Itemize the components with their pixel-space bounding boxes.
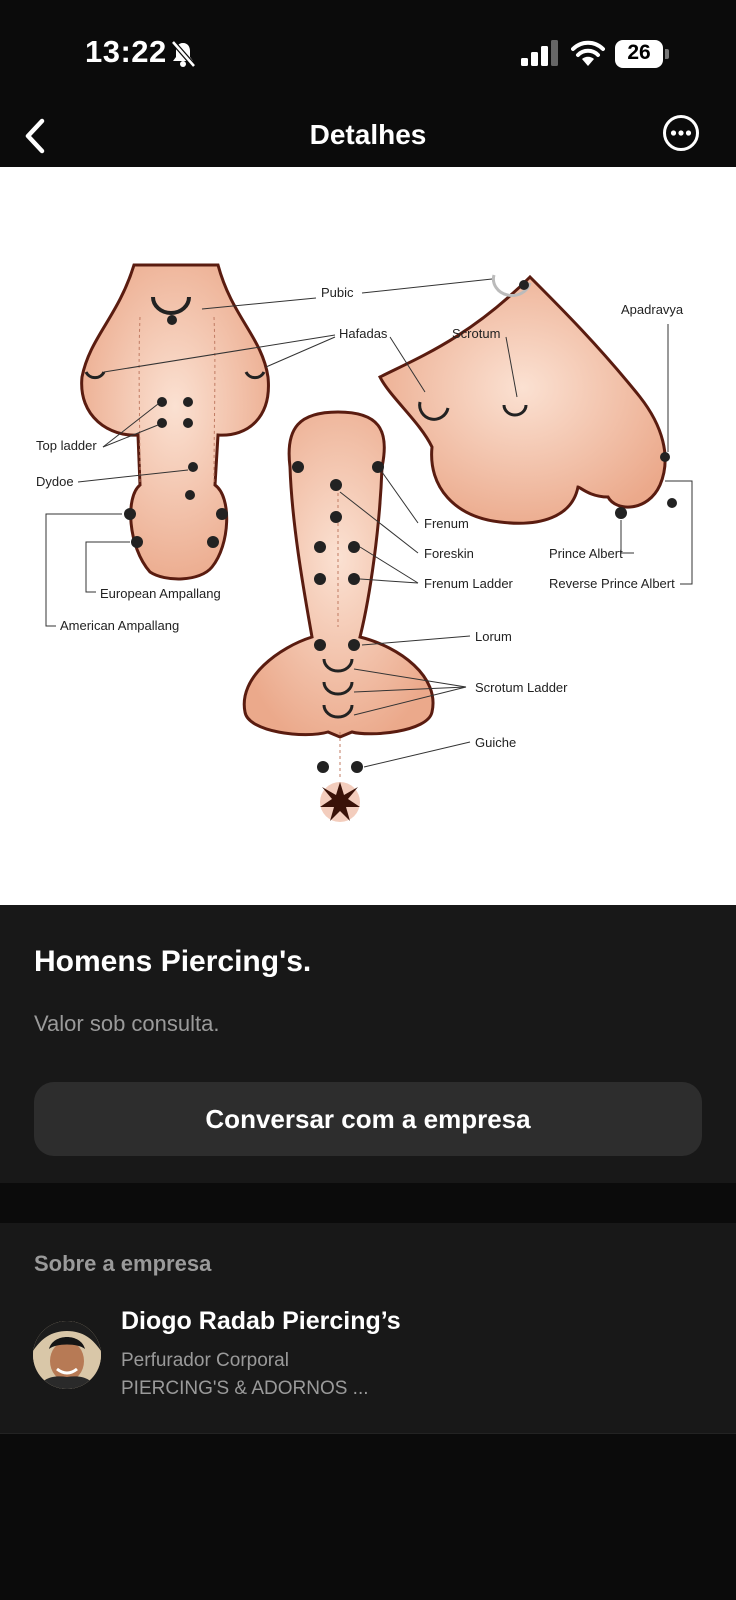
label-american-ampallang: American Ampallang	[60, 618, 179, 633]
company-card[interactable]: Sobre a empresa Diogo Radab Piercing’s P…	[0, 1223, 736, 1434]
cellular-signal-icon	[521, 40, 558, 66]
label-scrotum-ladder: Scrotum Ladder	[475, 680, 568, 695]
battery-level: 26	[627, 41, 651, 64]
piercing-diagram: Pubic Hafadas Scrotum Apadravya Top ladd…	[36, 263, 693, 822]
label-frenum: Frenum	[424, 516, 469, 531]
company-subtitle: Perfurador Corporal	[121, 1350, 289, 1371]
avatar[interactable]	[33, 1321, 101, 1389]
label-guiche: Guiche	[475, 735, 516, 750]
label-lorum: Lorum	[475, 629, 512, 644]
company-name: Diogo Radab Piercing’s	[121, 1307, 401, 1335]
avatar-photo-icon	[33, 1321, 101, 1389]
label-european-ampallang: European Ampallang	[100, 586, 221, 601]
product-image[interactable]: Pubic Hafadas Scrotum Apadravya Top ladd…	[0, 167, 736, 905]
wifi-icon	[571, 40, 605, 66]
more-options-icon[interactable]	[662, 114, 700, 152]
page-title: Detalhes	[309, 119, 427, 150]
label-hafadas: Hafadas	[339, 326, 388, 341]
nav-bar: Detalhes	[0, 105, 736, 167]
label-dydoe: Dydoe	[36, 474, 74, 489]
status-bar: 13:22 26	[0, 0, 736, 105]
company-category: PIERCING'S & ADORNOS ...	[121, 1378, 369, 1399]
product-details-card: Homens Piercing's. Valor sob consulta. C…	[0, 905, 736, 1183]
bell-muted-icon	[171, 40, 196, 68]
label-reverse-prince-albert: Reverse Prince Albert	[549, 576, 675, 591]
figure-underside-view	[242, 410, 435, 822]
label-pubic: Pubic	[321, 285, 354, 300]
status-time: 13:22	[85, 34, 167, 69]
label-scrotum: Scrotum	[452, 326, 500, 341]
label-apadravya: Apadravya	[621, 302, 684, 317]
label-prince-albert: Prince Albert	[549, 546, 623, 561]
label-foreskin: Foreskin	[424, 546, 474, 561]
figure-top-view	[80, 263, 270, 581]
label-top-ladder: Top ladder	[36, 438, 97, 453]
label-frenum-ladder: Frenum Ladder	[424, 576, 514, 591]
section-label-about-company: Sobre a empresa	[34, 1251, 212, 1276]
product-title: Homens Piercing's.	[34, 945, 312, 978]
product-price: Valor sob consulta.	[34, 1011, 220, 1036]
battery-icon: 26	[615, 40, 669, 68]
chat-with-company-button[interactable]: Conversar com a empresa	[34, 1082, 702, 1156]
